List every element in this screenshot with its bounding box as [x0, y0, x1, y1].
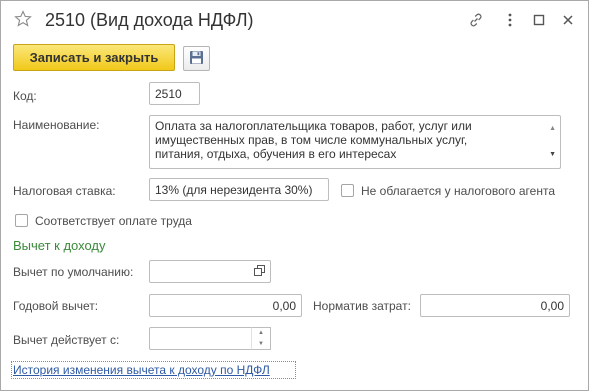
deduction-section-title: Вычет к доходу [13, 238, 106, 253]
more-icon[interactable] [500, 10, 520, 30]
tax-rate-field[interactable]: 13% (для нерезидента 30%) [149, 178, 329, 201]
default-deduction-label: Вычет по умолчанию: [13, 265, 134, 279]
save-and-close-button[interactable]: Записать и закрыть [13, 44, 175, 71]
star-icon[interactable] [13, 9, 33, 29]
date-spinner[interactable]: ▲ ▼ [251, 327, 271, 350]
open-copy-icon [254, 264, 265, 279]
code-label: Код: [13, 89, 37, 103]
spin-down-icon[interactable]: ▼ [258, 341, 264, 347]
cost-norm-field[interactable]: 0,00 [420, 294, 570, 317]
name-line: Оплата за налогоплательщика товаров, раб… [155, 119, 472, 133]
code-field[interactable]: 2510 [149, 82, 200, 105]
annual-deduction-label: Годовой вычет: [13, 299, 99, 313]
name-line: питания, отдыха, обучения в его интереса… [155, 147, 397, 161]
tax-rate-label: Налоговая ставка: [13, 184, 116, 198]
cost-norm-label: Норматив затрат: [313, 299, 411, 313]
close-icon[interactable] [558, 10, 578, 30]
save-button[interactable] [183, 46, 210, 71]
annual-deduction-field[interactable]: 0,00 [149, 294, 302, 317]
labor-payment-label[interactable]: Соответствует оплате труда [35, 214, 192, 228]
deduction-history-link[interactable]: История изменения вычета к доходу по НДФ… [13, 363, 270, 377]
name-textarea[interactable]: Оплата за налогоплательщика товаров, раб… [149, 115, 561, 169]
maximize-icon[interactable] [529, 10, 549, 30]
floppy-disk-icon [189, 50, 204, 68]
open-selection-button[interactable] [249, 260, 271, 283]
name-line: имущественных прав, в том числе коммунал… [155, 133, 468, 147]
effective-from-label: Вычет действует с: [13, 333, 120, 347]
not-taxed-label[interactable]: Не облагается у налогового агента [361, 184, 555, 198]
labor-payment-checkbox[interactable] [15, 214, 28, 227]
not-taxed-checkbox[interactable] [341, 184, 354, 197]
scroll-down-icon[interactable]: ▼ [549, 148, 556, 162]
window-title: 2510 (Вид дохода НДФЛ) [45, 10, 254, 30]
default-deduction-field[interactable] [149, 260, 250, 283]
link-icon[interactable] [466, 10, 486, 30]
effective-from-field[interactable] [149, 327, 252, 350]
form-window: 2510 (Вид дохода НДФЛ) Записать и закрыт… [0, 0, 589, 391]
name-label: Наименование: [13, 118, 100, 132]
scroll-up-icon[interactable]: ▲ [549, 122, 556, 136]
spin-up-icon[interactable]: ▲ [258, 330, 264, 336]
